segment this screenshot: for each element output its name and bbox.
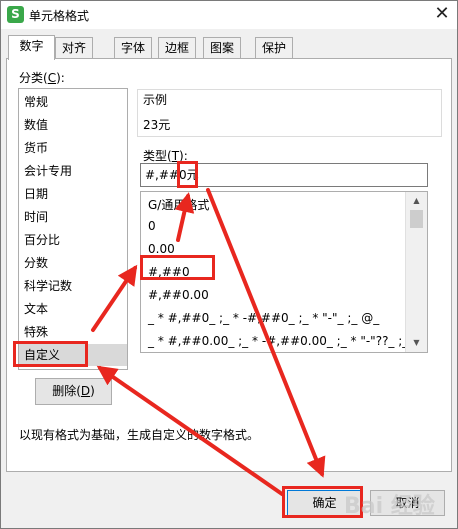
- category-label: 分类(C):: [19, 71, 65, 85]
- highlight-custom-category: [13, 341, 88, 367]
- format-item[interactable]: 0: [148, 219, 156, 233]
- dialog-title: 单元格格式: [29, 9, 90, 23]
- sample-title: 示例: [143, 91, 168, 108]
- sample-value: 23元: [143, 118, 171, 132]
- category-item-number[interactable]: 数值: [19, 114, 127, 136]
- highlight-yuan-char: [177, 161, 198, 188]
- highlight-format-item: [140, 255, 215, 280]
- tab-number[interactable]: 数字: [8, 35, 55, 60]
- format-list-scrollbar[interactable]: ▲ ▼: [405, 192, 427, 352]
- scroll-down-arrow-icon[interactable]: ▼: [406, 334, 427, 352]
- category-list[interactable]: 常规 数值 货币 会计专用 日期 时间 百分比 分数 科学记数 文本 特殊 自定…: [18, 88, 128, 370]
- sample-groupbox: [137, 89, 442, 137]
- category-item-currency[interactable]: 货币: [19, 137, 127, 159]
- tab-protection[interactable]: 保护: [255, 37, 293, 59]
- tab-font[interactable]: 字体: [114, 37, 152, 59]
- delete-button[interactable]: 删除(D): [35, 378, 112, 405]
- format-item[interactable]: _ * #,##0.00_ ;_ * -#,##0.00_ ;_ * "-"??…: [148, 334, 427, 348]
- category-item-date[interactable]: 日期: [19, 183, 127, 205]
- scroll-thumb[interactable]: [410, 210, 423, 228]
- category-item-time[interactable]: 时间: [19, 206, 127, 228]
- format-item[interactable]: G/通用格式: [148, 196, 209, 213]
- category-item-special[interactable]: 特殊: [19, 321, 127, 343]
- category-item-percentage[interactable]: 百分比: [19, 229, 127, 251]
- tab-border[interactable]: 边框: [158, 37, 196, 59]
- tab-pattern[interactable]: 图案: [203, 37, 241, 59]
- description-text: 以现有格式为基础，生成自定义的数字格式。: [19, 428, 260, 442]
- category-item-text[interactable]: 文本: [19, 298, 127, 320]
- wps-app-icon: S: [7, 6, 24, 23]
- category-item-scientific[interactable]: 科学记数: [19, 275, 127, 297]
- format-item[interactable]: 0.00: [148, 242, 175, 256]
- close-button[interactable]: ✕: [429, 3, 455, 27]
- format-item[interactable]: #,##0.00: [148, 288, 209, 302]
- scroll-up-arrow-icon[interactable]: ▲: [406, 192, 427, 210]
- tab-alignment[interactable]: 对齐: [55, 37, 93, 59]
- format-cells-dialog: S 单元格格式 ✕ 数字 对齐 字体 边框 图案 保护 分类(C): 常规 数值…: [0, 0, 458, 529]
- baidu-watermark: Bai 经验: [344, 494, 435, 519]
- title-bar: S 单元格格式 ✕: [1, 1, 457, 29]
- category-item-fraction[interactable]: 分数: [19, 252, 127, 274]
- category-item-general[interactable]: 常规: [19, 91, 127, 113]
- close-icon: ✕: [434, 3, 450, 24]
- category-item-accounting[interactable]: 会计专用: [19, 160, 127, 182]
- format-item[interactable]: _ * #,##0_ ;_ * -#,##0_ ;_ * "-"_ ;_ @_: [148, 311, 379, 325]
